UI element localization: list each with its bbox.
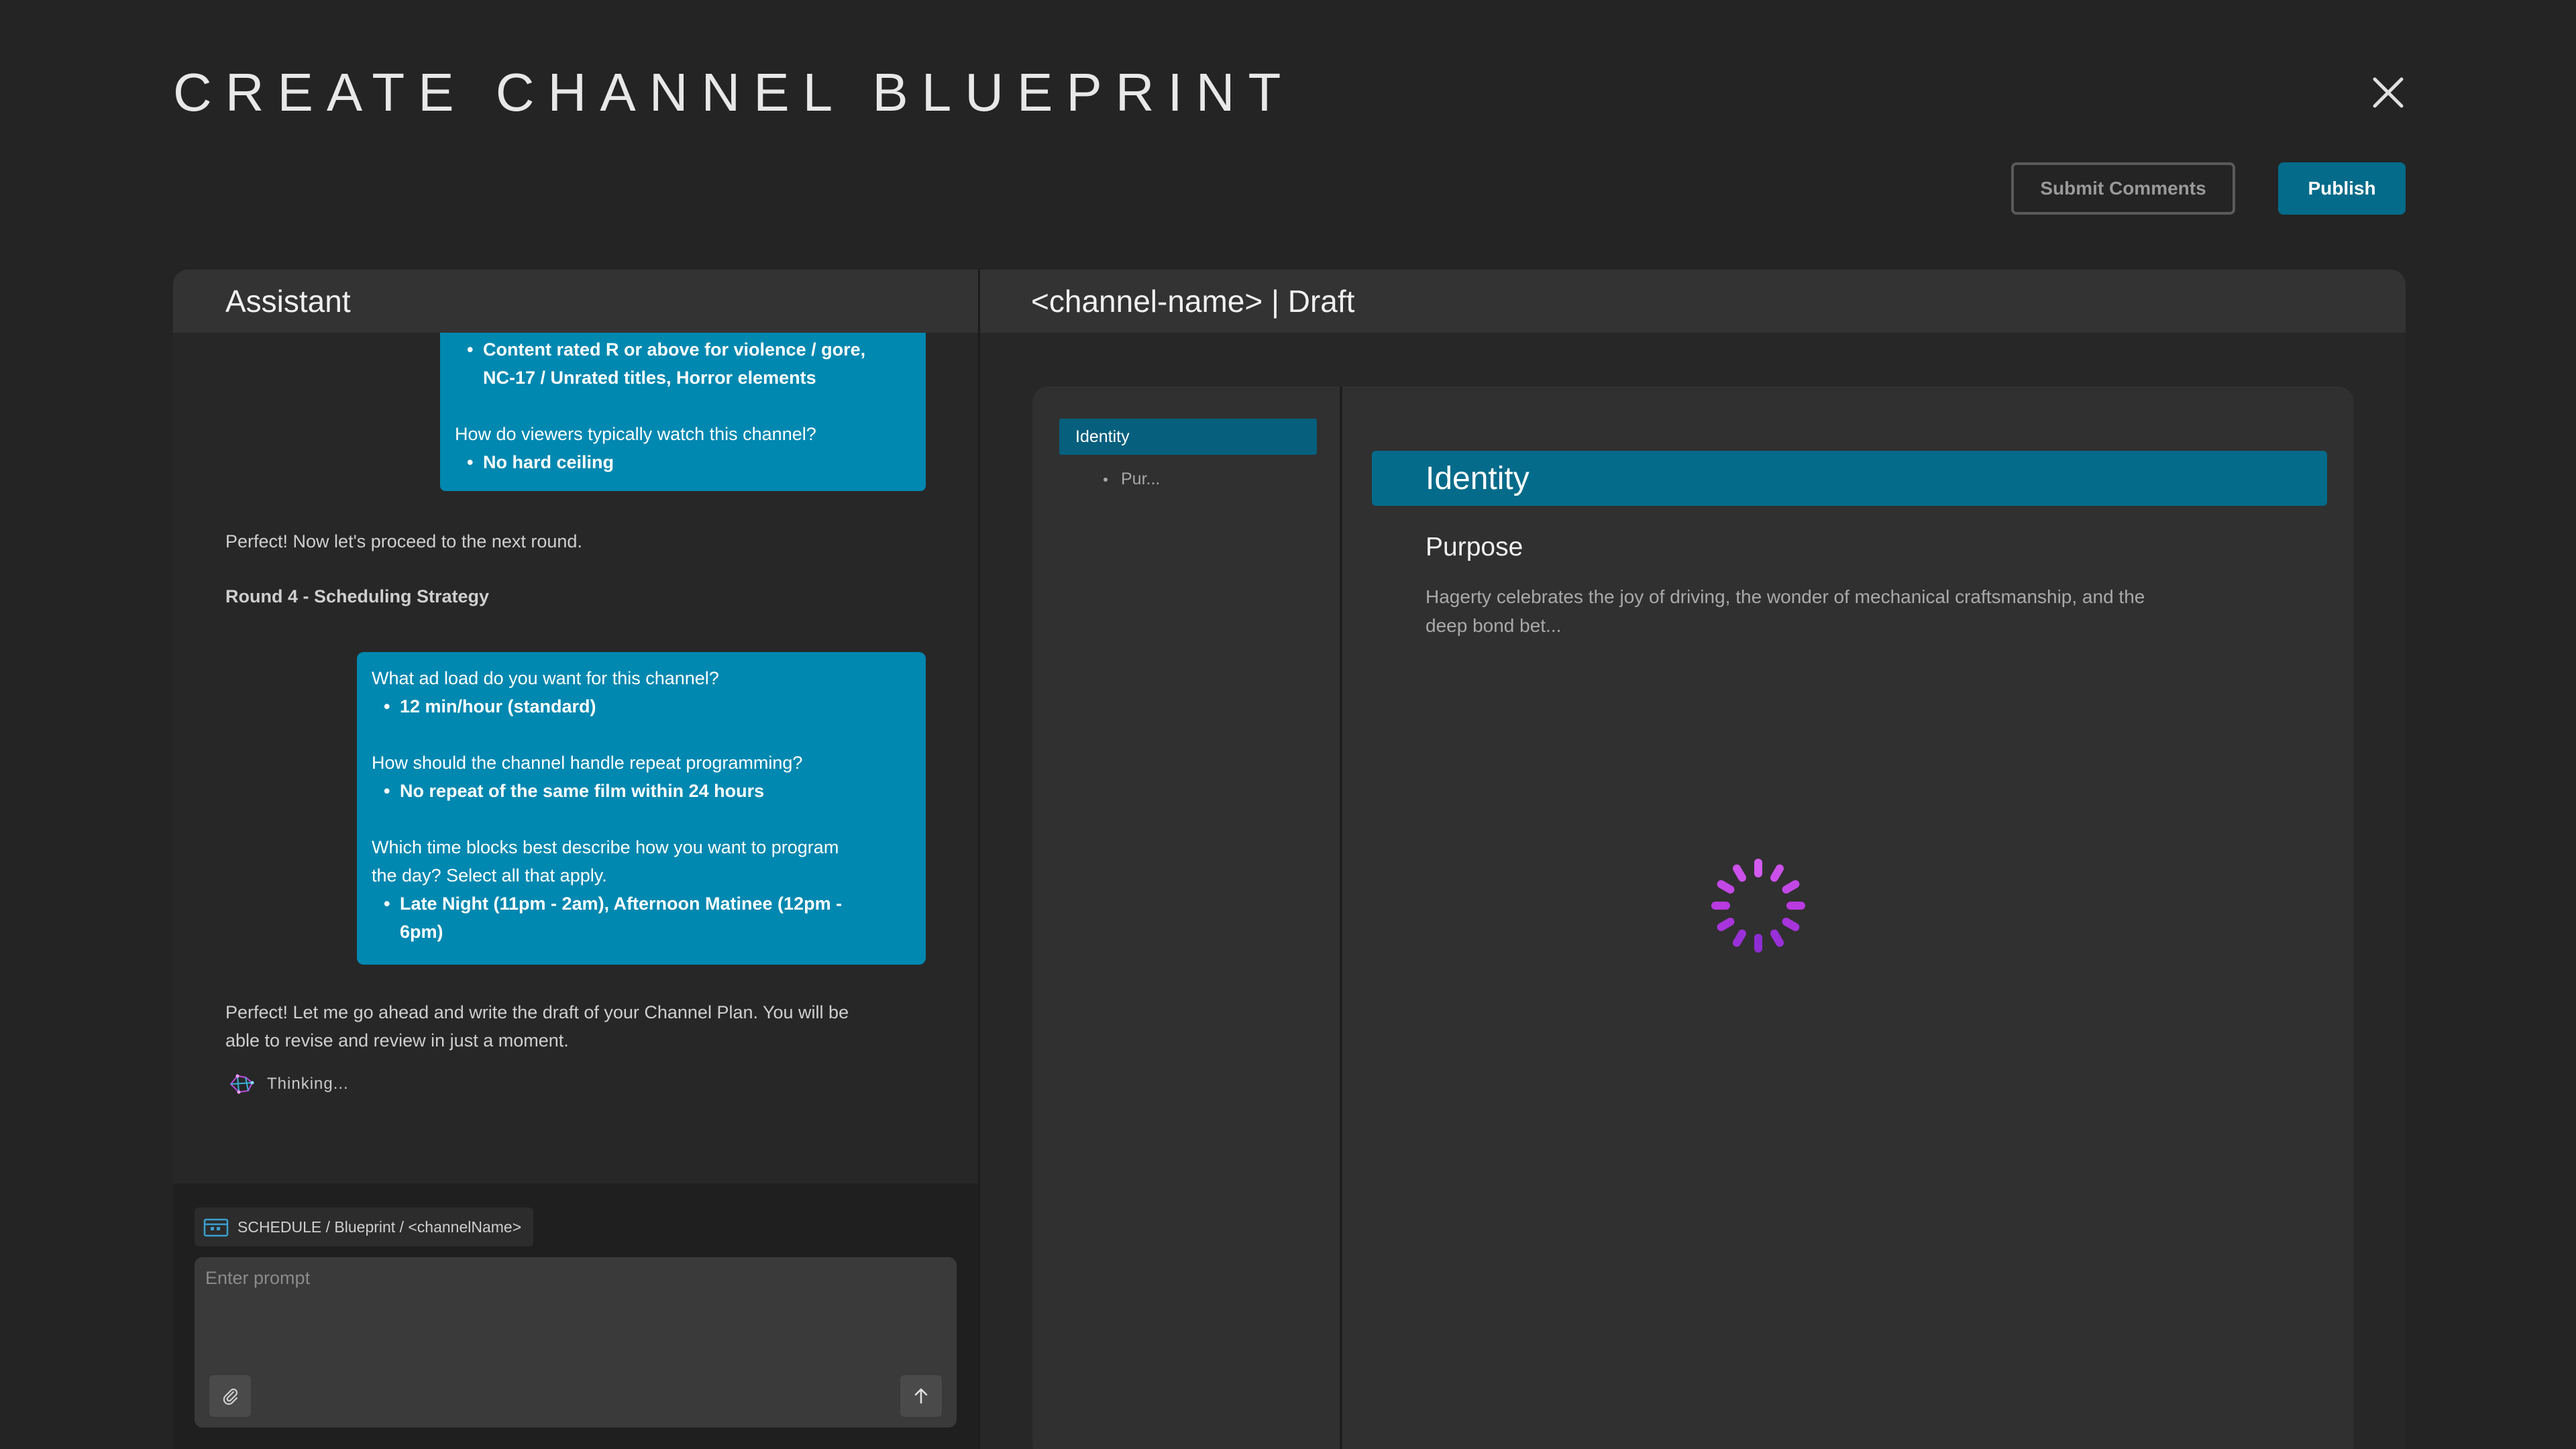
question-text: the day? Select all that apply. [372,865,607,885]
thinking-indicator: Thinking... [225,1071,349,1097]
draft-header: <channel-name> | Draft [980,270,2406,333]
publish-button[interactable]: Publish [2278,162,2406,215]
draft-document: Identity Pur... Identity Purpose Hagerty… [1032,386,2354,1449]
question-text: How should the channel handle repeat pro… [372,753,803,773]
answer-text: 6pm) [400,922,443,942]
outline-item-identity[interactable]: Identity [1059,419,1317,455]
send-button[interactable] [900,1375,942,1417]
body-line: Hagerty celebrates the joy of driving, t… [1426,586,2145,607]
outline-nav: Identity Pur... [1032,386,1342,1449]
answer-text: Content rated R or above for violence / … [483,339,866,360]
submit-comments-button[interactable]: Submit Comments [2011,162,2235,215]
attach-button[interactable] [209,1375,251,1417]
calendar-icon [203,1218,229,1237]
draft-panel: <channel-name> | Draft Identity Pur... I… [980,270,2406,1449]
subsection-title: Purpose [1426,533,1523,561]
paperclip-icon [223,1388,238,1405]
assistant-header: Assistant [173,270,978,333]
outline-item-purpose[interactable]: Pur... [1104,470,1160,489]
page-title: CREATE CHANNEL BLUEPRINT [173,62,1295,122]
assistant-message: Perfect! Let me go ahead and write the d… [225,998,903,1055]
question-text: How do viewers typically watch this chan… [455,424,816,444]
prompt-input[interactable] [204,1267,945,1350]
prompt-box [195,1257,957,1428]
assistant-message: Perfect! Now let's proceed to the next r… [225,531,582,551]
answer-text: No hard ceiling [483,452,614,472]
outline-item-label: Pur... [1121,470,1161,488]
section-header: Identity [1372,451,2327,506]
user-message-bubble: • Content rated R or above for violence … [440,333,926,491]
question-text: What ad load do you want for this channe… [372,668,719,688]
user-message-bubble: What ad load do you want for this channe… [357,652,926,965]
body-line: deep bond bet... [1426,615,1562,636]
assistant-message-line: able to revise and review in just a mome… [225,1030,569,1051]
round-label: Round 4 - Scheduling Strategy [225,586,490,606]
answer-text: Late Night (11pm - 2am), Afternoon Matin… [400,894,843,914]
answer-text: 12 min/hour (standard) [400,696,596,716]
prompt-area: SCHEDULE / Blueprint / <channelName> [173,1183,978,1449]
answer-text: NC-17 / Unrated titles, Horror elements [483,368,816,388]
assistant-message-line: Perfect! Let me go ahead and write the d… [225,1002,849,1022]
context-path: SCHEDULE / Blueprint / <channelName> [237,1218,522,1236]
answer-text: No repeat of the same film within 24 hou… [400,781,765,801]
thinking-label: Thinking... [267,1075,349,1093]
context-chip[interactable]: SCHEDULE / Blueprint / <channelName> [195,1208,534,1246]
section-body: Hagerty celebrates the joy of driving, t… [1426,582,2298,640]
brain-icon [229,1074,254,1094]
close-icon[interactable] [2368,72,2408,113]
loading-spinner-icon [1711,859,1805,953]
bullet-icon [1104,477,1108,482]
arrow-up-icon [914,1388,928,1404]
question-text: Which time blocks best describe how you … [372,837,839,857]
assistant-panel: Assistant • Content rated R or above for… [173,270,980,1449]
